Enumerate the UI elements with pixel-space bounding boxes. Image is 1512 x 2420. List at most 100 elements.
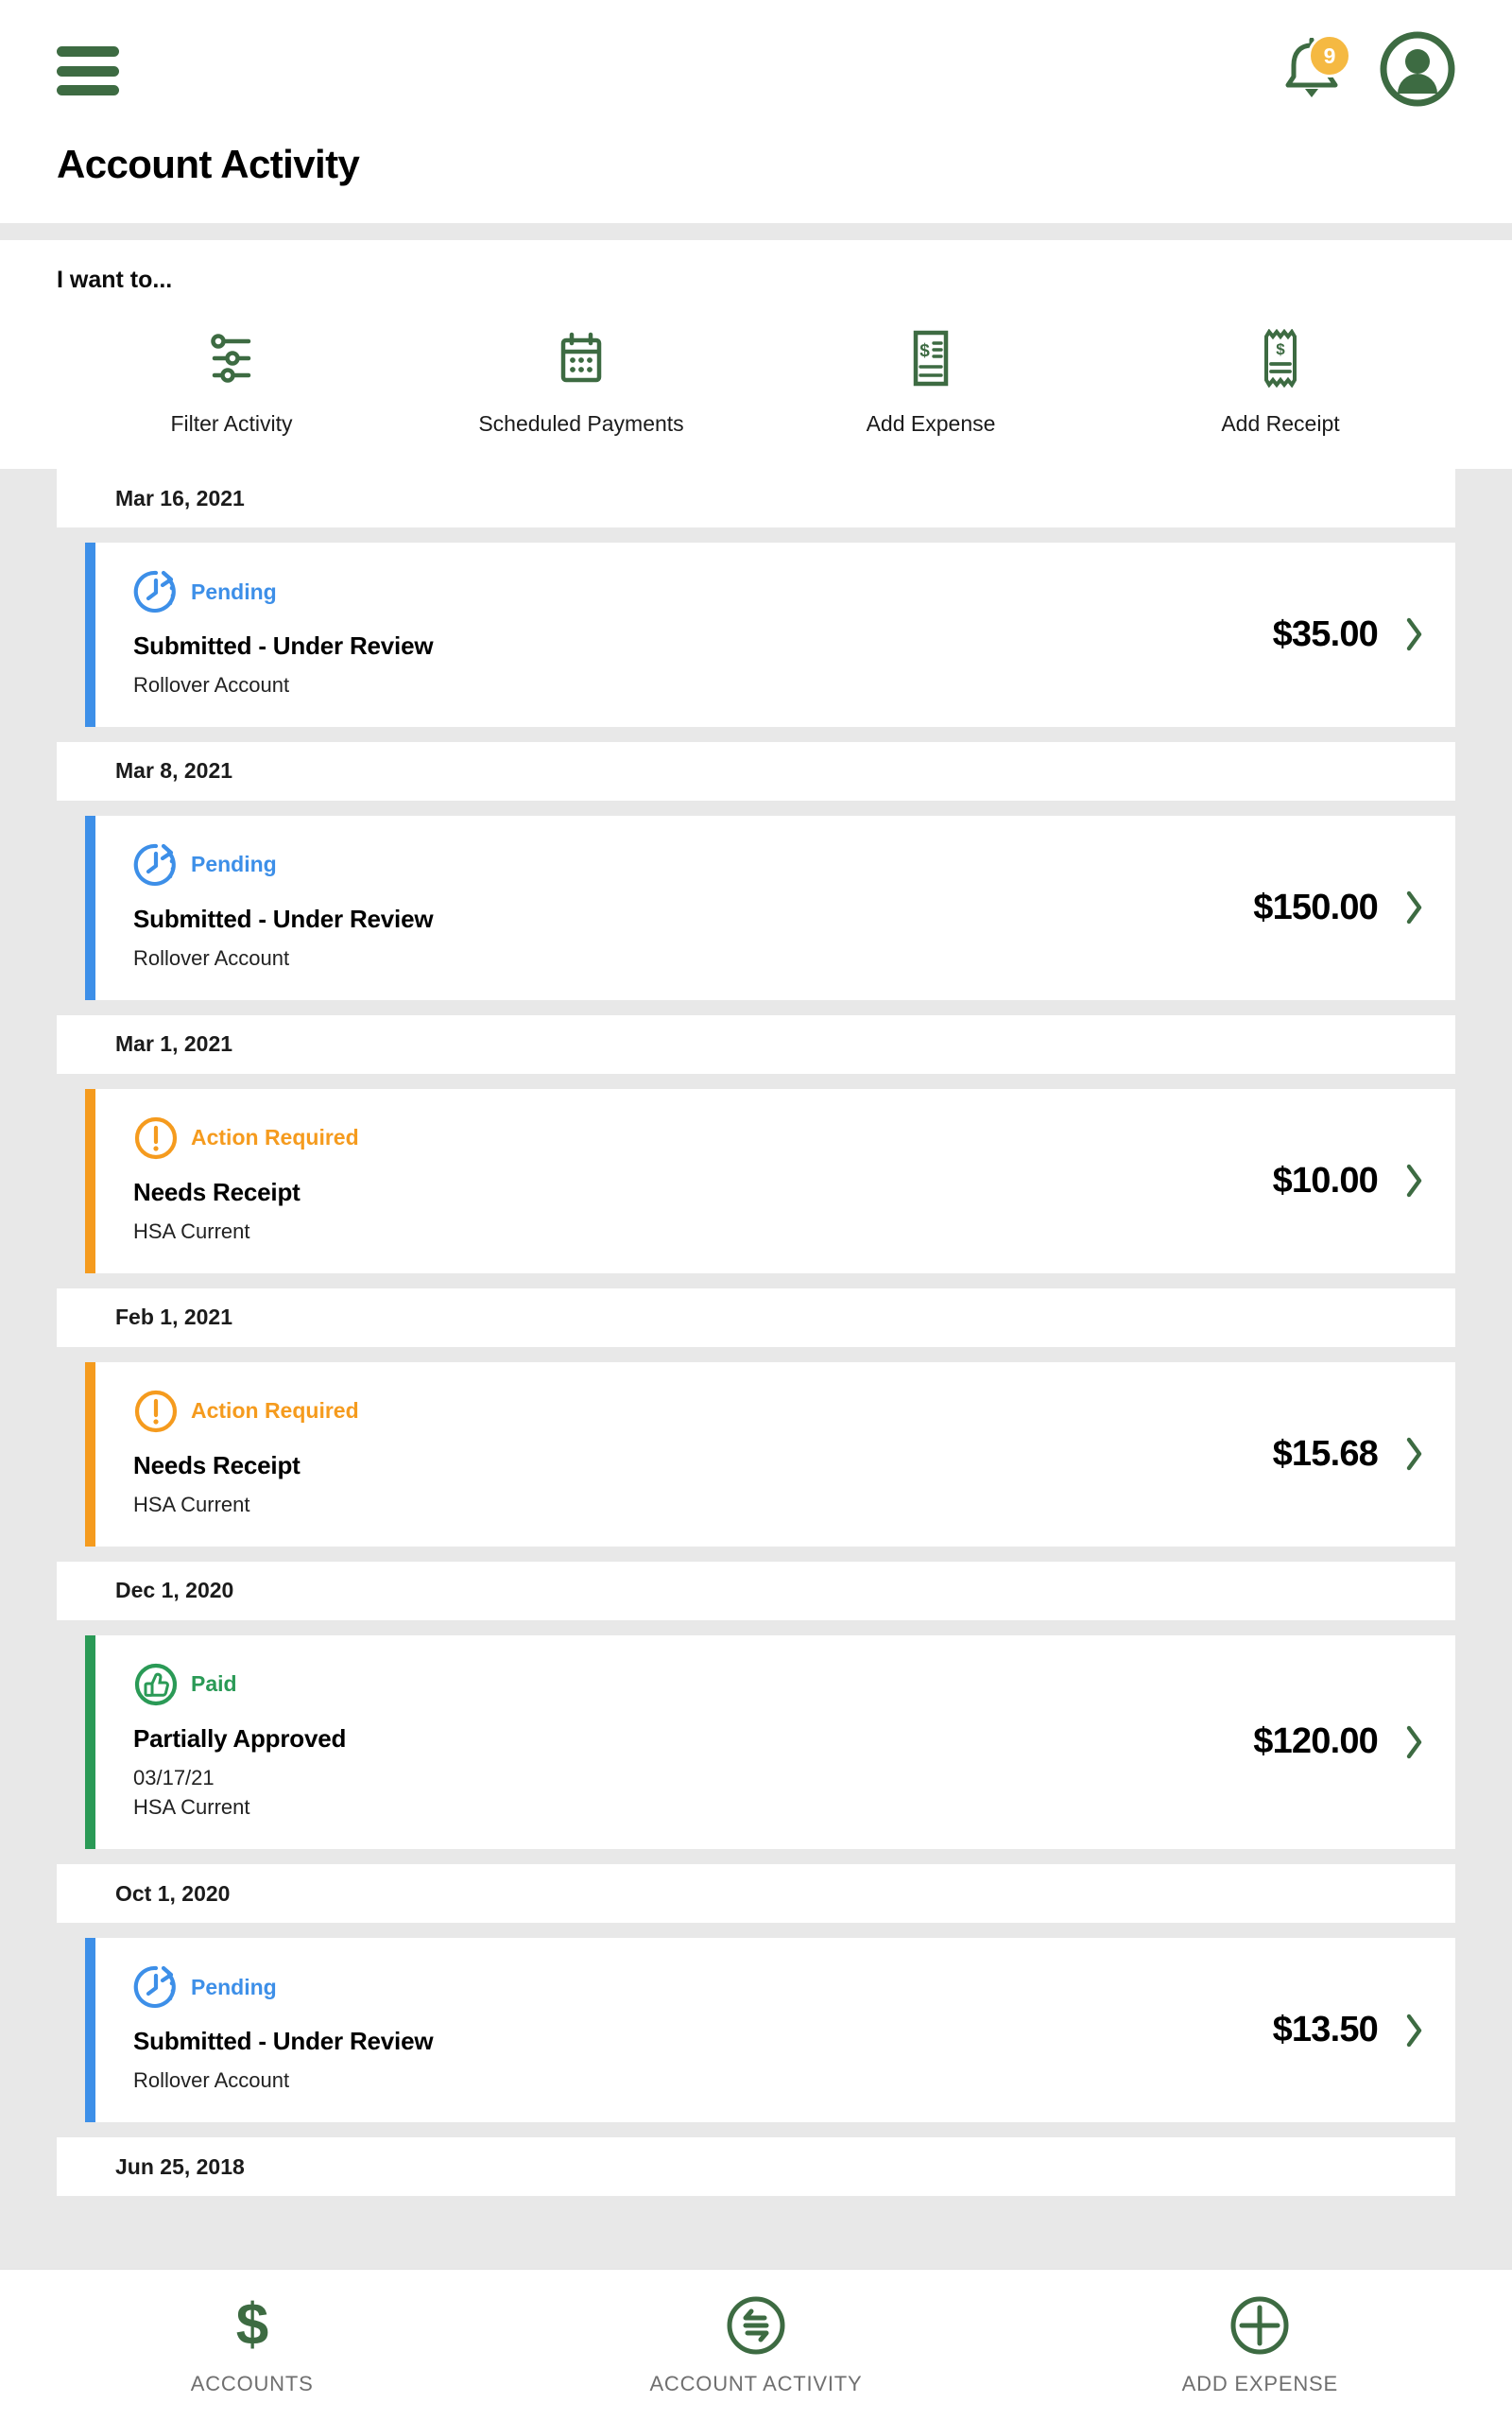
nav-label: ACCOUNT ACTIVITY: [649, 2371, 863, 2395]
status-accent-bar: [85, 1088, 95, 1273]
quick-action-label: Add Receipt: [1221, 411, 1340, 436]
transaction-detail: 03/17/21: [133, 1765, 215, 1789]
hamburger-bar: [57, 46, 119, 57]
hamburger-bar: [57, 85, 119, 95]
header-icon-group: 9: [1276, 31, 1455, 112]
transaction-card[interactable]: Action Required Needs Receipt HSA Current $…: [85, 1361, 1455, 1547]
status-badge: Pending: [191, 1974, 277, 1999]
activity-date-header: Mar 8, 2021: [57, 741, 1455, 801]
transaction-status-row: Pending: [133, 1964, 1273, 2010]
transaction-amount: $120.00: [1253, 1721, 1379, 1762]
transaction-right: $35.00: [1273, 543, 1455, 727]
transaction-card[interactable]: Pending Submitted - Under Review Rollover …: [85, 815, 1455, 1000]
clock-pending-icon: [133, 842, 179, 888]
transaction-body: Pending Submitted - Under Review Rollover …: [95, 543, 1273, 727]
quick-action-add-receipt[interactable]: $ Add Receipt: [1106, 326, 1455, 437]
transaction-body: Action Required Needs Receipt HSA Current: [95, 1089, 1273, 1273]
nav-item-account-activity[interactable]: ACCOUNT ACTIVITY: [504, 2294, 1007, 2396]
transaction-card[interactable]: Paid Partially Approved 03/17/21 HSA Curren…: [85, 1634, 1455, 1850]
transaction-card[interactable]: Pending Submitted - Under Review Rollover …: [85, 1938, 1455, 2123]
nav-item-add-expense[interactable]: ADD EXPENSE: [1008, 2294, 1512, 2396]
transaction-title: Submitted - Under Review: [133, 904, 434, 933]
transaction-card[interactable]: Action Required Needs Receipt HSA Current $…: [85, 1088, 1455, 1273]
transaction-right: $150.00: [1253, 816, 1455, 1000]
transaction-status-row: Pending: [133, 569, 1273, 614]
activity-date-header: Dec 1, 2020: [57, 1561, 1455, 1620]
account-activity-screen: 9 Account Activity I want to... Filter A…: [0, 0, 1512, 2420]
header-divider: [0, 223, 1512, 240]
quick-actions-row: Filter Activity Scheduled Payments $ Add…: [57, 326, 1455, 437]
activity-date-header: Oct 1, 2020: [57, 1864, 1455, 1924]
transaction-title: Needs Receipt: [133, 1450, 301, 1479]
status-badge: Paid: [191, 1671, 237, 1697]
activity-date-header: Jun 25, 2018: [57, 2137, 1455, 2197]
profile-button[interactable]: [1380, 31, 1455, 112]
transaction-amount: $15.68: [1272, 1433, 1379, 1474]
chevron-right-icon[interactable]: [1402, 2010, 1427, 2051]
receipt-dollar-icon: $: [1259, 326, 1302, 390]
transaction-title: Needs Receipt: [133, 1177, 301, 1206]
svg-text:$: $: [1276, 340, 1285, 358]
bottom-navigation: $ ACCOUNTS ACCOUNT ACTIVITY ADD EXPENSE: [0, 2269, 1512, 2420]
transaction-status-row: Action Required: [133, 1115, 1273, 1161]
transaction-amount: $13.50: [1272, 2010, 1379, 2050]
sliders-icon: [204, 326, 259, 390]
transaction-body: Pending Submitted - Under Review Rollover …: [95, 1938, 1273, 2122]
clock-pending-icon: [133, 569, 179, 614]
quick-action-label: Filter Activity: [170, 411, 293, 436]
chevron-right-icon[interactable]: [1402, 1160, 1427, 1201]
transaction-detail: HSA Current: [133, 1492, 250, 1516]
thumbs-up-circle-icon: [133, 1662, 179, 1707]
transaction-title: Submitted - Under Review: [133, 631, 434, 660]
status-accent-bar: [85, 543, 95, 727]
quick-action-label: Scheduled Payments: [478, 411, 684, 436]
chevron-right-icon[interactable]: [1402, 1721, 1427, 1763]
hamburger-menu-icon[interactable]: [57, 46, 119, 95]
chevron-right-icon[interactable]: [1402, 887, 1427, 928]
transfer-circle-icon: [726, 2294, 786, 2357]
header-controls-row: 9: [57, 0, 1455, 142]
quick-action-scheduled-payments[interactable]: Scheduled Payments: [406, 326, 756, 437]
nav-item-accounts[interactable]: $ ACCOUNTS: [0, 2294, 504, 2396]
plus-circle-icon: [1229, 2294, 1290, 2357]
transaction-amount: $35.00: [1272, 614, 1379, 654]
quick-actions-panel: I want to... Filter Activity Scheduled P…: [0, 240, 1512, 469]
transaction-detail: Rollover Account: [133, 945, 290, 970]
quick-action-label: Add Expense: [866, 411, 996, 436]
transaction-card[interactable]: Pending Submitted - Under Review Rollover …: [85, 543, 1455, 727]
dollar-sign-icon: $: [228, 2294, 277, 2357]
notification-badge: 9: [1308, 34, 1351, 78]
transaction-body: Pending Submitted - Under Review Rollover …: [95, 816, 1253, 1000]
transaction-title: Partially Approved: [133, 1723, 347, 1753]
transaction-status-row: Paid: [133, 1662, 1253, 1707]
transaction-title: Submitted - Under Review: [133, 2027, 434, 2056]
nav-label: ADD EXPENSE: [1181, 2371, 1338, 2395]
status-accent-bar: [85, 815, 95, 1000]
transaction-status-row: Pending: [133, 842, 1253, 888]
status-badge: Pending: [191, 852, 277, 877]
user-avatar-icon: [1380, 31, 1455, 106]
quick-action-filter-activity[interactable]: Filter Activity: [57, 326, 406, 437]
nav-label: ACCOUNTS: [190, 2371, 314, 2395]
transaction-detail: HSA Current: [133, 1795, 250, 1820]
quick-action-add-expense[interactable]: $ Add Expense: [756, 326, 1106, 437]
transaction-amount: $10.00: [1272, 1160, 1379, 1201]
chevron-right-icon[interactable]: [1402, 614, 1427, 655]
notifications-button[interactable]: 9: [1276, 33, 1351, 109]
status-accent-bar: [85, 1634, 95, 1850]
app-header: 9 Account Activity: [0, 0, 1512, 223]
transaction-body: Paid Partially Approved 03/17/21 HSA Curren…: [95, 1635, 1253, 1850]
page-title: Account Activity: [57, 142, 360, 186]
activity-date-header: Mar 16, 2021: [57, 469, 1455, 527]
invoice-dollar-icon: $: [909, 326, 953, 390]
transaction-right: $13.50: [1273, 1938, 1455, 2122]
transaction-detail: Rollover Account: [133, 673, 290, 697]
svg-text:$: $: [919, 341, 930, 361]
activity-list[interactable]: Mar 16, 2021 Pending Submitted - Under Rev…: [0, 469, 1512, 2269]
status-badge: Pending: [191, 579, 277, 604]
activity-date-header: Feb 1, 2021: [57, 1288, 1455, 1347]
calendar-icon: [558, 326, 605, 390]
chevron-right-icon[interactable]: [1402, 1433, 1427, 1475]
hamburger-bar: [57, 65, 119, 77]
exclamation-circle-icon: [133, 1115, 179, 1161]
